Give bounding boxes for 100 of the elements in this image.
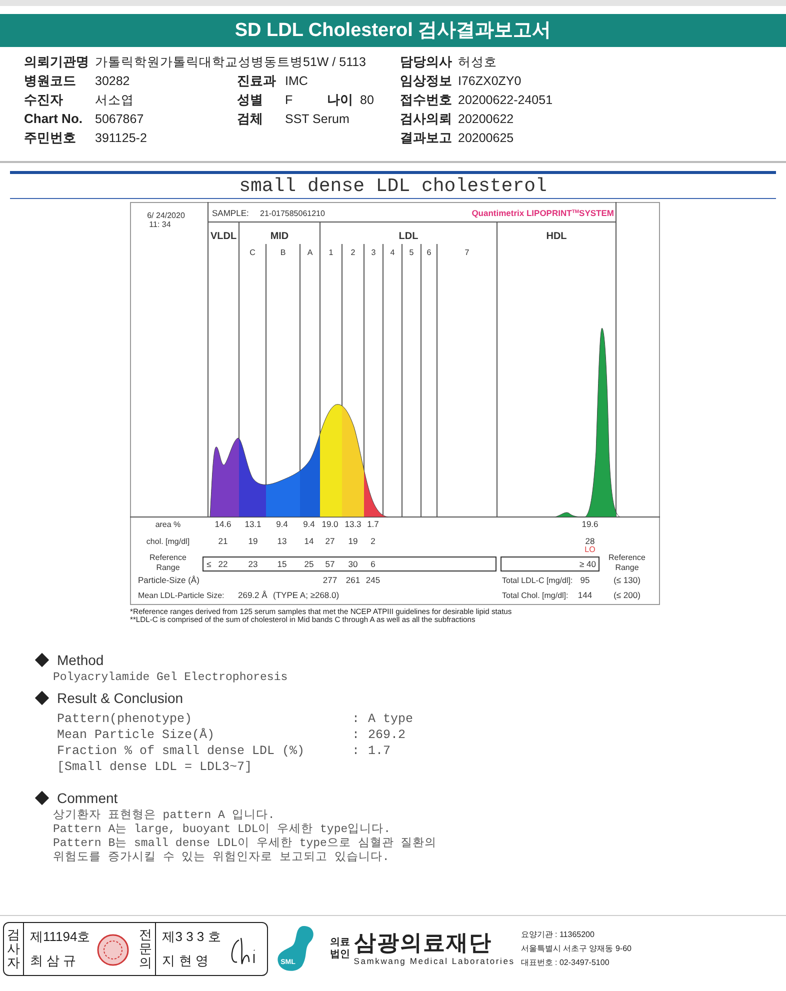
organization-english-name: Samkwang Medical Laboratories bbox=[354, 954, 515, 968]
info-label: 임상정보 bbox=[400, 72, 453, 90]
total-value: 144 bbox=[578, 590, 592, 600]
sample-id: 21-017585061210 bbox=[260, 209, 325, 218]
info-value: 5067867 bbox=[95, 111, 145, 128]
fraction-group-label: MID bbox=[270, 231, 289, 242]
info-value: 20200622-24051 bbox=[458, 92, 554, 109]
result-value: 1.7 bbox=[368, 743, 392, 759]
report-title: small dense LDL cholesterol bbox=[238, 174, 548, 198]
info-label: 성별 bbox=[237, 91, 264, 109]
info-value: 서소엽 bbox=[95, 92, 135, 109]
fraction-value: 9.4 bbox=[276, 519, 288, 529]
text-line: Pattern A는 large, buoyant LDL이 우세한 type입니다. bbox=[53, 823, 392, 837]
contact-detail: 대표번호 : 02-3497-5100 bbox=[520, 957, 610, 969]
fraction-value: 277 bbox=[322, 575, 338, 585]
hdl-value: 19.6 bbox=[582, 519, 598, 529]
total-value: 95 bbox=[580, 575, 590, 585]
row-label: chol. [mg/dl] bbox=[146, 537, 190, 546]
result-note: [Small dense LDL = LDL3~7] bbox=[57, 759, 254, 775]
band-label: 4 bbox=[390, 248, 395, 257]
info-value: IMC bbox=[285, 73, 309, 90]
signer-role: 전문의 bbox=[136, 923, 156, 975]
fraction-value: 57 bbox=[325, 559, 335, 569]
info-label: 검체 bbox=[237, 110, 264, 128]
info-label: 나이 bbox=[327, 91, 354, 109]
fraction-value: 27 bbox=[325, 536, 335, 546]
system-name: Quantimetrix LIPOPRINT$^{TM}$SYSTEM bbox=[472, 208, 614, 218]
corporation-type: 의료 bbox=[330, 937, 350, 949]
fraction-group-label: LDL bbox=[398, 231, 418, 242]
fraction-value: 2 bbox=[370, 536, 376, 546]
total-label: Total LDL-C [mg/dl]: bbox=[502, 576, 573, 585]
result-value: A type bbox=[368, 711, 414, 727]
fraction-value: 13.1 bbox=[244, 519, 262, 529]
fraction-value: 1.7 bbox=[367, 519, 379, 529]
text-line: 상기환자 표현형은 pattern A 입니다. bbox=[53, 809, 276, 823]
band-label: 2 bbox=[350, 248, 356, 257]
organization-name: 삼광의료재단 bbox=[354, 930, 493, 955]
fraction-value: 6 bbox=[370, 559, 376, 569]
band-label: 6 bbox=[426, 248, 432, 257]
info-label: 진료과 bbox=[237, 72, 277, 90]
info-value: 20200622 bbox=[458, 111, 515, 128]
corporation-type: 법인 bbox=[330, 949, 350, 961]
result-label: Pattern(phenotype) bbox=[57, 711, 194, 727]
fraction-value: 14.6 bbox=[214, 519, 232, 529]
section-heading: Comment bbox=[57, 788, 118, 808]
total-label: Total Chol. [mg/dl]: bbox=[502, 591, 568, 600]
sample-label: SAMPLE: bbox=[212, 208, 249, 218]
info-label: 주민번호 bbox=[24, 129, 77, 147]
mean-size-value: 269.2 Å bbox=[238, 590, 268, 600]
fraction-value: 13.3 bbox=[344, 519, 362, 529]
fraction-value: 15 bbox=[277, 559, 287, 569]
type-note: (TYPE A; ≥268.0) bbox=[273, 590, 340, 600]
band-label: A bbox=[307, 248, 313, 257]
range-prefix: ≤ bbox=[206, 559, 212, 569]
row-label: Reference Range bbox=[150, 553, 186, 572]
row-label: Particle-Size (Å) bbox=[138, 575, 200, 585]
result-label: Mean Particle Size(Å) bbox=[57, 727, 216, 743]
hdl-value: 28 bbox=[585, 536, 595, 546]
row-label: area % bbox=[155, 520, 181, 529]
info-value: 20200625 bbox=[458, 130, 515, 147]
low-flag-label: LO bbox=[584, 545, 596, 554]
fraction-value: 9.4 bbox=[303, 519, 315, 529]
result-value: 269.2 bbox=[368, 727, 407, 743]
total-range: (≤ 130) bbox=[614, 575, 640, 585]
info-label: 검사의뢰 bbox=[400, 110, 453, 128]
fraction-value: 30 bbox=[348, 559, 358, 569]
fraction-value: 13 bbox=[277, 536, 287, 546]
band-label: C bbox=[250, 248, 256, 257]
fraction-value: 19 bbox=[248, 536, 258, 546]
info-value: SST Serum bbox=[285, 111, 350, 128]
info-value: 80 bbox=[360, 92, 374, 109]
total-range: (≤ 200) bbox=[614, 590, 640, 600]
license-number: 제11194호 bbox=[30, 928, 90, 946]
signer-name: 최 삼 규 bbox=[30, 952, 78, 970]
license-number: 제3 3 3 호 bbox=[162, 928, 221, 946]
mean-size-label: Mean LDL-Particle Size: bbox=[138, 591, 224, 600]
info-value: F bbox=[285, 92, 294, 109]
result-colon: : bbox=[352, 743, 361, 759]
band-label: 3 bbox=[371, 248, 376, 257]
text-line: Polyacrylamide Gel Electrophoresis bbox=[53, 671, 289, 685]
info-label: 의뢰기관명 bbox=[24, 53, 90, 71]
fraction-value: 14 bbox=[304, 536, 314, 546]
fraction-value: 21 bbox=[218, 536, 228, 546]
section-heading: Result & Conclusion bbox=[57, 688, 184, 708]
band-label: 7 bbox=[464, 248, 470, 257]
signer-role: 검사자 bbox=[4, 923, 24, 975]
fraction-value: 22 bbox=[218, 559, 228, 569]
info-label: 수진자 bbox=[24, 91, 64, 109]
info-value: 허성호 bbox=[458, 54, 498, 71]
info-label: Chart No. bbox=[24, 110, 84, 128]
contact-detail: 서울특별시 서초구 양재동 9-60 bbox=[520, 943, 632, 955]
info-value: 가톨릭학원가톨릭대학교성병동트병51W / 5113 bbox=[95, 54, 368, 71]
info-label: 접수번호 bbox=[400, 91, 453, 109]
fraction-value: 25 bbox=[304, 559, 314, 569]
band-label: B bbox=[280, 248, 286, 257]
contact-detail: 요양기관 : 11365200 bbox=[520, 929, 596, 941]
fraction-value: 261 bbox=[346, 575, 360, 585]
fraction-group-label: HDL bbox=[546, 231, 567, 242]
band-label: 5 bbox=[409, 248, 414, 257]
info-label: 결과보고 bbox=[400, 129, 453, 147]
